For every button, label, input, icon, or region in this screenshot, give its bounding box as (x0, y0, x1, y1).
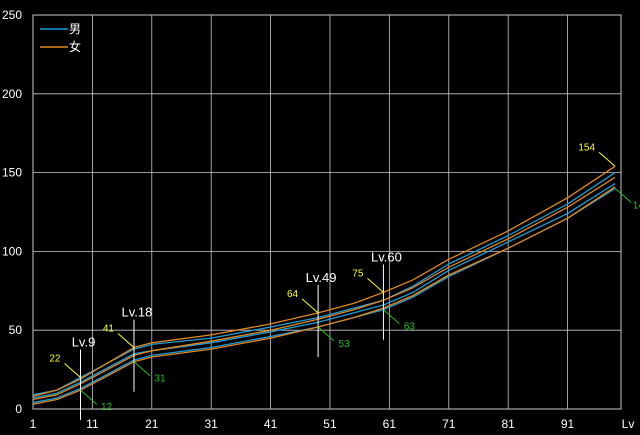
min-value-label: 12 (101, 402, 113, 413)
y-tick-label: 250 (2, 8, 22, 22)
x-tick-label: 51 (323, 417, 337, 431)
level-marker-label: Lv.60 (371, 249, 402, 264)
max-value-label: 22 (49, 353, 61, 364)
legend-female-label: 女 (69, 39, 81, 54)
max-value-label: 41 (103, 324, 115, 335)
x-tick-label: 91 (561, 417, 575, 431)
min-value-label: 63 (404, 322, 416, 333)
x-tick-label: 41 (264, 417, 278, 431)
y-tick-label: 0 (15, 402, 22, 416)
max-value-label: 154 (578, 142, 595, 153)
level-marker-label: Lv.9 (72, 334, 96, 349)
legend-male-label: 男 (69, 22, 81, 36)
min-value-label: 53 (339, 339, 351, 350)
y-tick-label: 50 (9, 323, 23, 337)
x-tick-label: 71 (442, 417, 456, 431)
level-stat-chart: Lv.92212Lv.184131Lv.496453Lv.60756315414… (0, 0, 640, 435)
x-tick-label: 1 (30, 417, 37, 431)
level-marker-label: Lv.49 (306, 270, 337, 285)
x-tick-label: 81 (501, 417, 515, 431)
y-tick-label: 200 (2, 87, 22, 101)
x-axis-label: Lv (622, 417, 635, 431)
y-tick-label: 150 (2, 166, 22, 180)
min-value-label: 31 (154, 374, 166, 385)
min-value-label: 141 (633, 200, 640, 211)
x-tick-label: 11 (86, 417, 99, 431)
max-value-label: 75 (352, 268, 364, 279)
x-tick-label: 61 (383, 417, 397, 431)
level-marker-label: Lv.18 (122, 305, 153, 320)
y-tick-label: 100 (2, 244, 22, 258)
x-tick-label: 31 (205, 417, 219, 431)
max-value-label: 64 (287, 289, 299, 300)
x-tick-label: 21 (145, 417, 159, 431)
